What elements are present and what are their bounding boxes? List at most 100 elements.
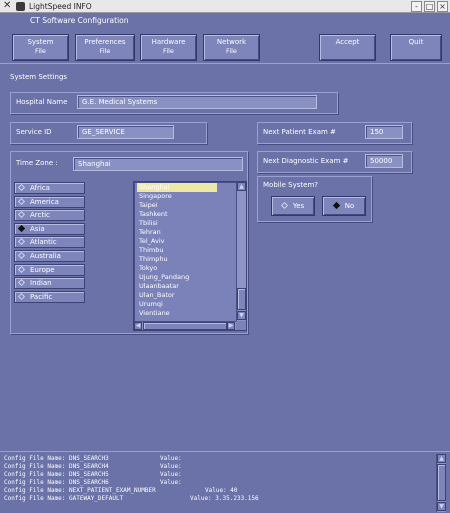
console-line: Config File Name: NEXT_PATIENT_EXAM_NUMB…: [4, 487, 156, 494]
region-radio-indian[interactable]: Indian: [14, 277, 85, 290]
city-list-item[interactable]: Ulan_Bator: [137, 291, 217, 300]
region-label: Asia: [30, 224, 45, 233]
city-list-item[interactable]: Tashkent: [137, 210, 217, 219]
preferences-button-label: Preferences: [84, 38, 126, 46]
city-list-item[interactable]: Tel_Aviv: [137, 237, 217, 246]
city-list-vertical-scrollbar[interactable]: ▲ ▼: [236, 182, 246, 321]
vertical-scroll-thumb[interactable]: [237, 288, 246, 310]
app-title: CT Software Configuration: [30, 16, 129, 25]
yes-radio-diamond-icon: [280, 201, 288, 210]
console-line-value: Value:: [160, 455, 182, 462]
city-list-item[interactable]: Singapore: [137, 192, 217, 201]
console-scroll-thumb[interactable]: [437, 464, 446, 501]
city-list-item[interactable]: Taipei: [137, 201, 217, 210]
hardware-button-sub: File: [163, 47, 174, 55]
horizontal-scroll-thumb[interactable]: [143, 322, 227, 330]
radio-diamond-icon: [17, 238, 26, 246]
maximize-button[interactable]: □: [424, 1, 435, 12]
system-button[interactable]: System File: [12, 34, 69, 61]
region-label: Africa: [30, 184, 50, 192]
console-scroll-up-icon[interactable]: ▲: [437, 454, 446, 463]
accept-button-label: Accept: [335, 38, 360, 46]
scroll-down-arrow-icon[interactable]: ▼: [237, 311, 246, 320]
network-button[interactable]: Network File: [203, 34, 260, 61]
region-label: Atlantic: [30, 238, 57, 247]
city-list-horizontal-scrollbar[interactable]: ◀ ▶: [134, 321, 236, 330]
city-list-item[interactable]: Shanghai: [137, 183, 217, 192]
region-radio-atlantic[interactable]: Atlantic: [14, 236, 85, 249]
window-menu-x-icon[interactable]: ✕: [3, 0, 13, 12]
radio-diamond-icon: [17, 265, 26, 273]
preferences-button[interactable]: Preferences File: [75, 34, 135, 61]
scroll-right-arrow-icon[interactable]: ▶: [227, 322, 235, 330]
app-icon: [16, 2, 25, 11]
window-title-bar: ✕ LightSpeed INFO - □ ×: [0, 0, 450, 13]
radio-diamond-icon: [17, 211, 26, 219]
next-patient-exam-label: Next Patient Exam #: [263, 128, 336, 136]
city-list-item[interactable]: Urumqi: [137, 300, 217, 309]
city-list-item[interactable]: Tbilisi: [137, 219, 217, 228]
region-radio-australia[interactable]: Australia: [14, 250, 85, 262]
quit-button[interactable]: Quit: [390, 34, 442, 61]
hospital-name-label: Hospital Name: [16, 98, 68, 106]
system-button-sub: File: [35, 47, 46, 55]
time-zone-field[interactable]: Shanghai: [73, 157, 243, 171]
console-line-value: Value:: [160, 463, 182, 470]
region-radio-europe[interactable]: Europe: [14, 263, 85, 276]
system-button-label: System: [27, 38, 54, 46]
city-list-item[interactable]: Tehran: [137, 228, 217, 237]
city-list-item[interactable]: Tokyo: [137, 264, 217, 273]
accept-button[interactable]: Accept: [319, 34, 376, 61]
close-button[interactable]: ×: [437, 1, 448, 12]
scroll-up-arrow-icon[interactable]: ▲: [237, 182, 246, 191]
radio-diamond-icon: [17, 197, 26, 205]
minimize-button[interactable]: -: [411, 1, 422, 12]
city-list-item[interactable]: Thimphu: [137, 255, 217, 264]
next-diagnostic-exam-label: Next Diagnostic Exam #: [263, 157, 349, 165]
console-line-value: Value:: [160, 471, 182, 478]
console-line: Config File Name: DNS_SEARCH6: [4, 479, 109, 486]
console-line-value: Value: 40: [205, 487, 238, 494]
region-label: Australia: [30, 252, 61, 260]
region-radio-africa[interactable]: Africa: [14, 182, 85, 194]
toolbar-divider: [0, 63, 450, 64]
mobile-yes-label: Yes: [292, 202, 305, 210]
console-output: Config File Name: DNS_SEARCH3 Value: Confi…: [0, 451, 450, 513]
next-diagnostic-exam-field[interactable]: 50000: [365, 154, 403, 168]
window-title: LightSpeed INFO: [29, 2, 92, 11]
region-label: Indian: [30, 279, 52, 288]
network-button-sub: File: [226, 47, 237, 55]
hardware-button-label: Hardware: [151, 38, 186, 46]
console-scrollbar[interactable]: ▲ ▼: [436, 454, 446, 512]
hospital-name-field[interactable]: G.E. Medical Systems: [77, 95, 317, 109]
city-list-item[interactable]: Ulaanbaatar: [137, 282, 217, 291]
city-list-item[interactable]: Ujung_Pandang: [137, 273, 217, 282]
console-line: Config File Name: DNS_SEARCH4: [4, 463, 109, 470]
service-id-label: Service ID: [16, 128, 52, 136]
scroll-left-arrow-icon[interactable]: ◀: [134, 322, 142, 330]
system-settings-heading: System Settings: [10, 73, 68, 81]
time-zone-label: Time Zone :: [16, 159, 58, 167]
mobile-no-label: No: [344, 202, 355, 210]
city-list[interactable]: Shanghai Singapore Taipei Tashkent Tbilisi Te…: [133, 181, 247, 331]
region-radio-arctic[interactable]: Arctic: [14, 209, 85, 222]
console-line: Config File Name: GATEWAY_DEFAULT: [4, 495, 124, 502]
region-radio-pacific[interactable]: Pacific: [14, 290, 85, 303]
radio-diamond-icon: [17, 183, 26, 192]
region-label: Arctic: [30, 211, 50, 220]
console-line-value: Value: 3.35.233.156: [190, 495, 259, 502]
hardware-button[interactable]: Hardware File: [140, 34, 197, 61]
city-list-item[interactable]: Vientiane: [137, 309, 217, 318]
radio-diamond-icon: [17, 251, 26, 260]
next-patient-exam-field[interactable]: 150: [365, 125, 403, 139]
region-radio-america[interactable]: America: [14, 195, 85, 208]
mobile-yes-button[interactable]: Yes: [271, 196, 315, 216]
mobile-no-button[interactable]: No: [322, 196, 366, 216]
console-scroll-down-icon[interactable]: ▼: [437, 502, 446, 511]
city-list-item[interactable]: Thimbu: [137, 246, 217, 255]
console-line: Config File Name: DNS_SEARCH3: [4, 455, 109, 462]
region-radio-asia[interactable]: Asia: [14, 222, 85, 235]
region-label: Europe: [30, 265, 55, 274]
region-label: America: [30, 197, 59, 206]
service-id-field[interactable]: GE_SERVICE: [77, 125, 174, 139]
